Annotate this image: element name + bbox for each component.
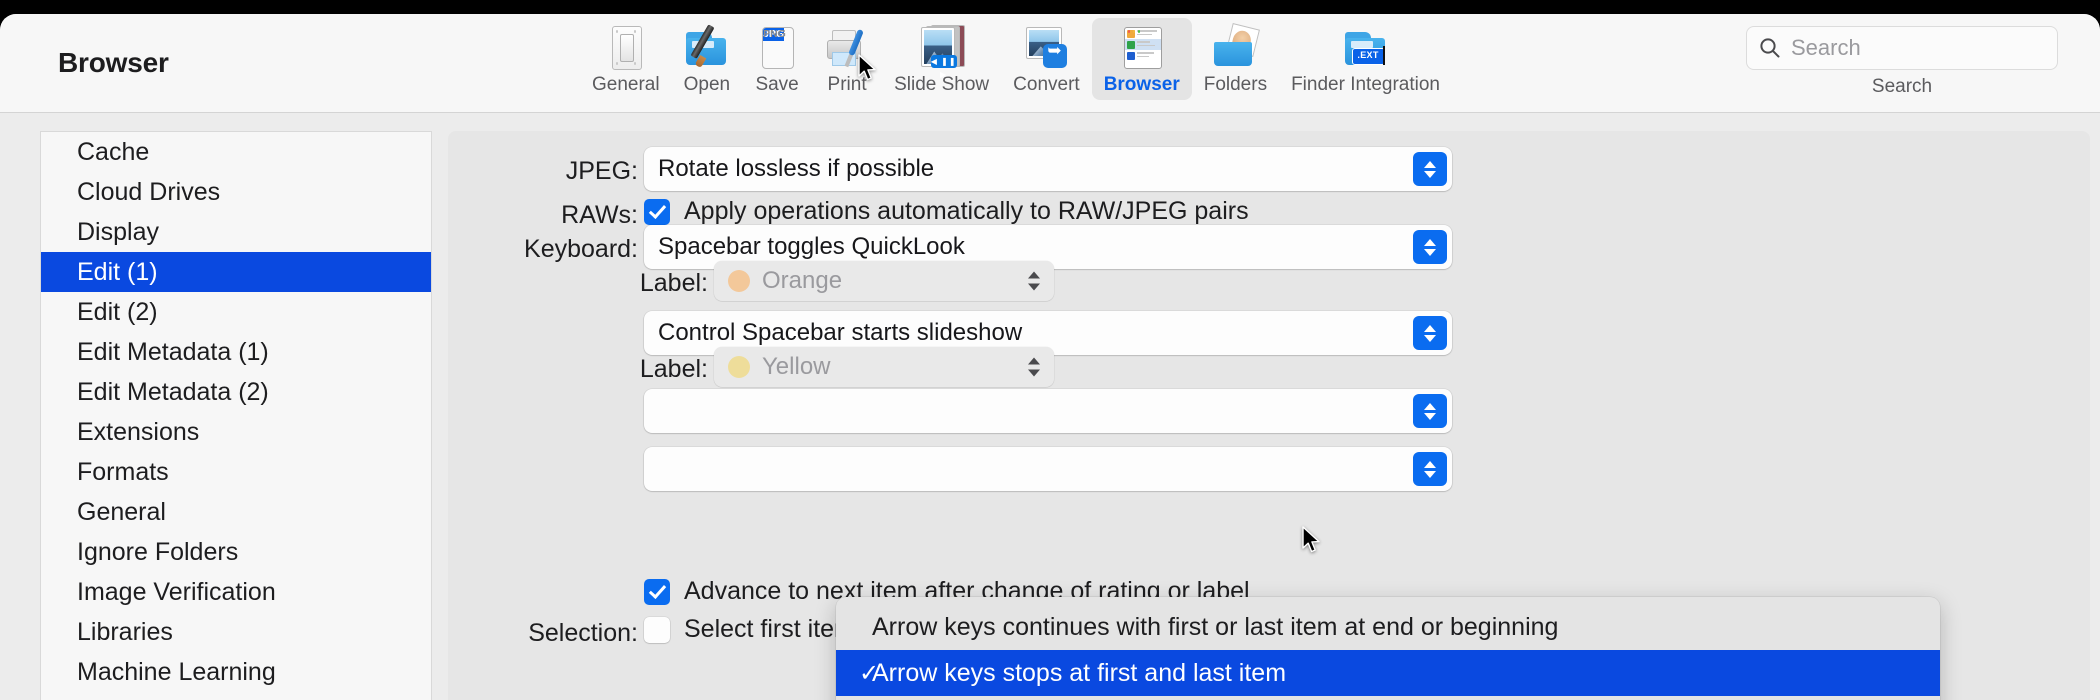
switch-plate-icon [603,24,649,70]
toolbar-item-finder-integration[interactable]: .EXT Finder Integration [1279,18,1452,100]
toolbar-label-save: Save [755,74,799,95]
chevron-updown-icon [1413,452,1447,486]
toolbar-search: Search Search [1746,26,2058,98]
toolbar-label-browser: Browser [1103,74,1180,95]
label-yellow-stepper[interactable]: Yellow [714,347,1054,387]
sidebar-item-cloud-drives[interactable]: Cloud Drives [41,172,431,212]
toolbar: Browser General Open JPG PNG Save Print … [0,14,2100,113]
label-yellow-label: Label: [639,355,708,383]
raws-checkbox-label: Apply operations automatically to RAW/JP… [684,197,1249,225]
jpeg-label: JPEG: [565,157,638,185]
arrow-keys-popup-button[interactable] [644,389,1452,433]
toolbar-label-finder-integration: Finder Integration [1291,74,1440,95]
toolbar-item-folders[interactable]: Folders [1192,18,1279,100]
selection-label: Selection: [528,619,638,647]
label-orange-swatch [728,270,750,292]
arrow-keys-dropdown-menu[interactable]: Arrow keys continues with first or last … [836,597,1940,700]
chevron-updown-icon [1413,394,1447,428]
toolbar-item-browser[interactable]: Browser [1091,18,1192,100]
toolbar-item-convert[interactable]: Convert [1001,18,1092,100]
sidebar-item-edit-metadata-1[interactable]: Edit Metadata (1) [41,332,431,372]
sidebar-item-libraries[interactable]: Libraries [41,612,431,652]
save-icon-row-png: PNG [763,28,786,40]
dropdown-check-icon: ✓ [858,659,880,687]
browser-window-icon [1119,24,1165,70]
sidebar-item-formats[interactable]: Formats [41,452,431,492]
chevron-updown-icon [1413,316,1447,350]
raws-label: RAWs: [561,201,638,229]
jpeg-popup-button[interactable]: Rotate lossless if possible [644,147,1452,191]
dropdown-item-label: Arrow keys continues with first or last … [872,612,1559,641]
finder-ext-badge: .EXT [1351,48,1385,65]
label-orange-label: Label: [639,269,708,297]
toolbar-label-folders: Folders [1203,74,1268,95]
search-icon [1760,38,1780,58]
sidebar-item-extensions[interactable]: Extensions [41,412,431,452]
keyboard-label: Keyboard: [524,235,638,263]
selection-checkbox[interactable] [644,616,670,643]
jpeg-popup-value: Rotate lossless if possible [658,155,935,182]
label-orange-stepper[interactable]: Orange [714,261,1054,301]
sidebar-item-cache[interactable]: Cache [41,132,431,172]
label-yellow-swatch [728,356,750,378]
toolbar-item-slide-show[interactable]: ◀ ❚❚ ▶ Slide Show [882,18,1001,100]
slideshow-popup-value: Control Spacebar starts slideshow [658,319,1023,346]
sidebar-item-general[interactable]: General [41,492,431,532]
toolbar-item-print[interactable]: Print [812,18,882,100]
advance-checkbox[interactable] [644,578,670,605]
finder-ext-icon: .EXT [1343,24,1389,70]
sidebar-item-edit-1[interactable]: Edit (1) [41,252,431,292]
window-body: Cache Cloud Drives Display Edit (1) Edit… [0,113,2100,700]
label-orange-value: Orange [762,267,843,294]
sidebar-item-image-verification[interactable]: Image Verification [41,572,431,612]
toolbar-item-open[interactable]: Open [672,18,742,100]
dropdown-item-label: Arrow keys stops at first and last item [872,658,1287,687]
search-placeholder: Search [1791,35,1861,60]
file-formats-icon: TiFF JPG PNG [754,24,800,70]
sidebar-item-machine-learning[interactable]: Machine Learning [41,652,431,692]
printer-icon [824,24,870,70]
dropdown-item-switches[interactable]: Arrow keys switches to next or previous … [836,696,1940,700]
search-input[interactable]: Search [1746,26,2058,70]
raws-checkbox[interactable] [644,198,670,225]
preferences-window: Browser General Open JPG PNG Save Print … [0,14,2100,700]
settings-sidebar[interactable]: Cache Cloud Drives Display Edit (1) Edit… [40,131,432,700]
chevron-updown-icon [1413,152,1447,186]
stepper-arrows-icon[interactable] [1028,271,1040,291]
search-caption: Search [1871,76,1933,97]
window-title: Browser [58,47,169,78]
toolbar-label-general: General [592,74,660,95]
sidebar-item-display[interactable]: Display [41,212,431,252]
toolbar-item-general[interactable]: General [580,18,672,100]
toolbar-label-open: Open [683,74,731,95]
convert-arrow-icon [1023,24,1069,70]
stepper-arrows-icon[interactable] [1028,357,1040,377]
folder-brush-icon [684,24,730,70]
sidebar-item-edit-2[interactable]: Edit (2) [41,292,431,332]
raws-checkbox-row[interactable]: Apply operations automatically to RAW/JP… [644,197,1249,226]
slideshow-badge: ◀ ❚❚ ▶ [930,55,957,79]
toolbar-label-convert: Convert [1013,74,1080,95]
label-yellow-value: Yellow [762,353,831,380]
folder-photo-icon [1212,23,1261,70]
sidebar-item-edit-metadata-2[interactable]: Edit Metadata (2) [41,372,431,412]
toolbar-items: General Open TiFF JPG [580,18,1452,100]
dropdown-item-stops[interactable]: ✓ Arrow keys stops at first and last ite… [836,650,1940,696]
toolbar-label-print: Print [827,74,867,95]
sidebar-item-ignore-folders[interactable]: Ignore Folders [41,532,431,572]
slideshow-icon: ◀ ❚❚ ▶ [919,24,965,79]
chevron-updown-icon [1413,230,1447,264]
keyboard-popup-value: Spacebar toggles QuickLook [658,233,965,260]
dropdown-item-continues[interactable]: Arrow keys continues with first or last … [836,604,1940,650]
toolbar-item-save[interactable]: TiFF JPG PNG Save [742,18,812,100]
hidden-popup-button[interactable] [644,447,1452,491]
